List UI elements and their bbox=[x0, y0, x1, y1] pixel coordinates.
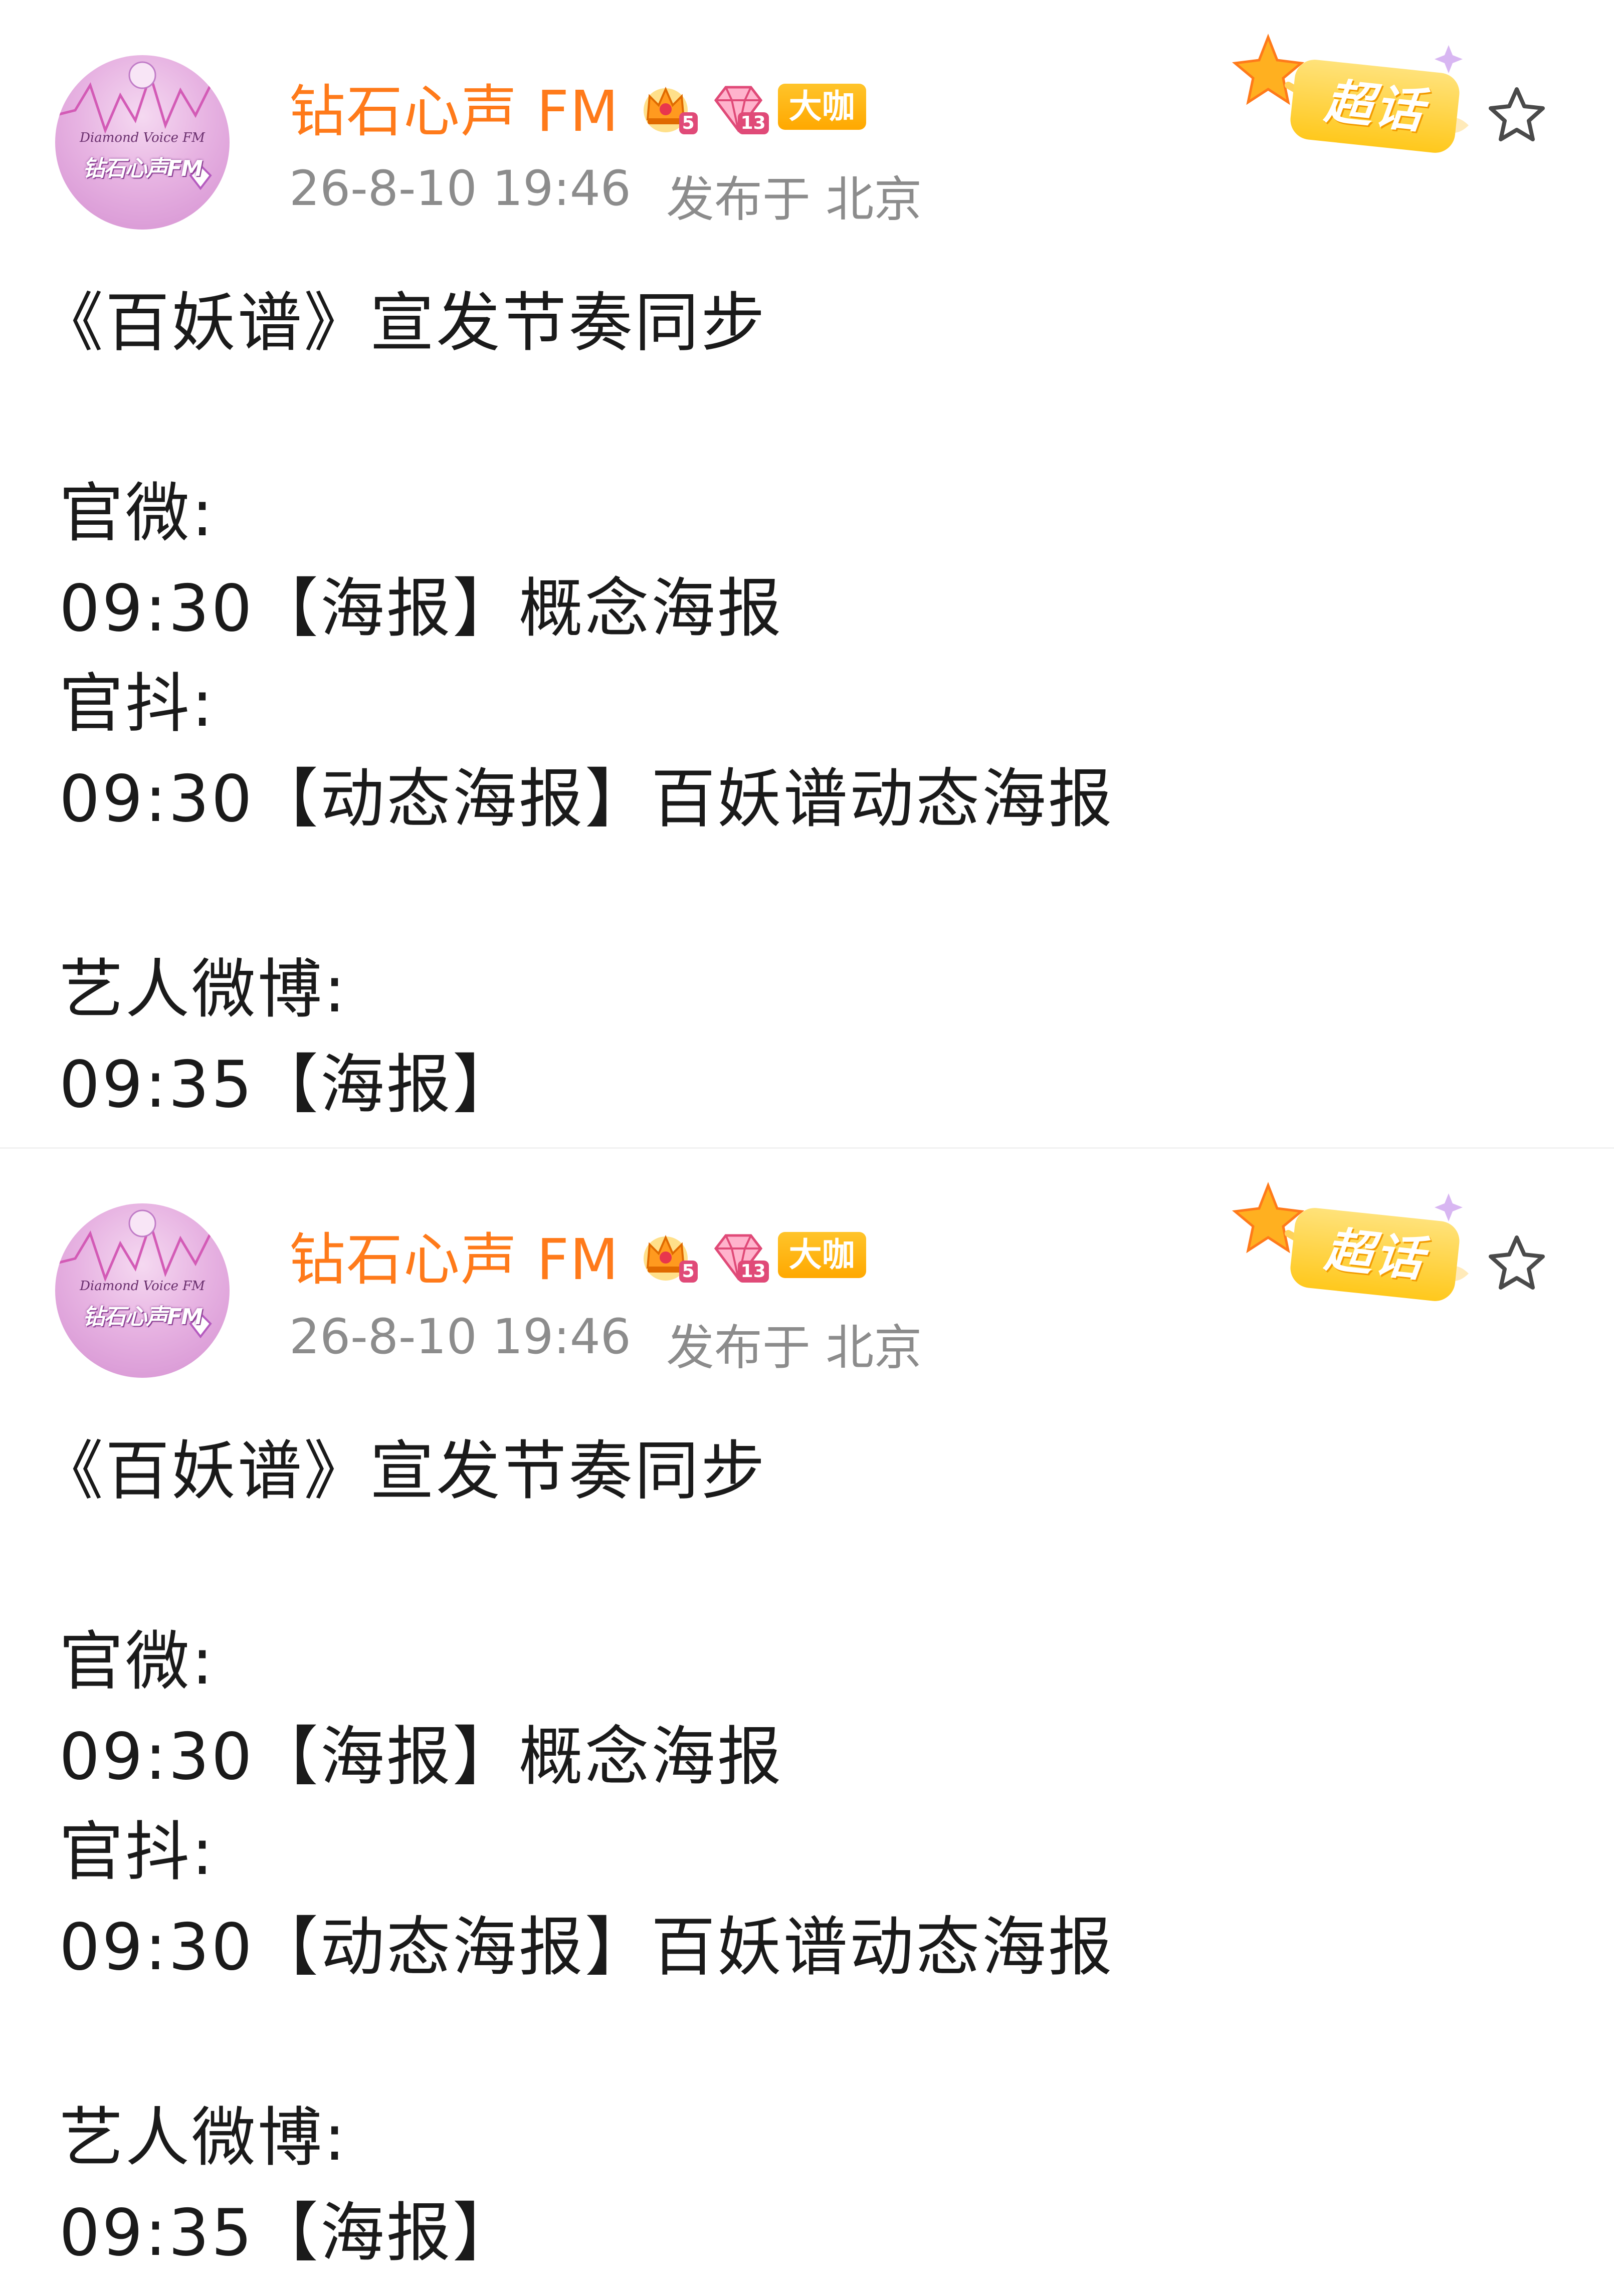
post-line: 官微: bbox=[59, 476, 216, 551]
post-line: 艺人微博: bbox=[59, 2101, 348, 2175]
favorite-button[interactable] bbox=[1483, 1229, 1551, 1298]
post-line bbox=[59, 371, 1563, 466]
avatar-logo-text: 钻石心声FM bbox=[83, 156, 203, 181]
post-line: 09:30【海报】概念海报 bbox=[59, 571, 783, 646]
gem-level: 13 bbox=[737, 1261, 769, 1283]
chaohua-label: 超话 bbox=[1288, 1206, 1462, 1303]
author-row: 钻石心声 FM 5 13 大咖 bbox=[289, 64, 866, 149]
avatar[interactable]: Diamond Voice FM 钻石心声FM bbox=[55, 1203, 230, 1378]
avatar-subtitle: Diamond Voice FM bbox=[80, 130, 205, 145]
post-card: Diamond Voice FM 钻石心声FM 钻石心声 FM 5 13 大咖 … bbox=[0, 1148, 1614, 2296]
post-line: 艺人微博: bbox=[59, 952, 348, 1027]
chaohua-label: 超话 bbox=[1288, 58, 1462, 155]
post-line: 09:30【动态海报】百妖谱动态海报 bbox=[59, 762, 1114, 837]
diamond-icon[interactable]: 13 bbox=[706, 74, 771, 139]
crown-level: 5 bbox=[679, 1261, 698, 1283]
post-line: 09:30【海报】概念海报 bbox=[59, 1720, 783, 1794]
daka-badge[interactable]: 大咖 bbox=[777, 84, 866, 130]
avatar[interactable]: Diamond Voice FM 钻石心声FM bbox=[55, 55, 230, 230]
post-title: 《百妖谱》宣发节奏同步 bbox=[39, 1434, 767, 1509]
post-date: 26-8-10 19:46 bbox=[289, 160, 631, 217]
author-name[interactable]: 钻石心声 FM bbox=[289, 66, 620, 147]
post-date: 26-8-10 19:46 bbox=[289, 1309, 631, 1365]
avatar-logo-text: 钻石心声FM bbox=[83, 1304, 203, 1330]
post-content: 《百妖谱》宣发节奏同步 官微: 09:30【海报】概念海报 官抖: 09:30【… bbox=[39, 1424, 1563, 2281]
post-line bbox=[59, 847, 1563, 942]
crown-icon[interactable]: 5 bbox=[635, 74, 700, 139]
star-outline-icon bbox=[1489, 1235, 1545, 1290]
chaohua-button[interactable]: 超话 bbox=[1228, 30, 1489, 170]
post-line bbox=[59, 1995, 1563, 2091]
post-content: 《百妖谱》宣发节奏同步 官微: 09:30【海报】概念海报 官抖: 09:30【… bbox=[39, 276, 1563, 1133]
post-card: Diamond Voice FM 钻石心声FM 钻石心声 FM 5 13 大咖 … bbox=[0, 0, 1614, 1148]
star-outline-icon bbox=[1489, 87, 1545, 141]
post-line: 官微: bbox=[59, 1624, 216, 1699]
crown-level: 5 bbox=[679, 112, 698, 134]
post-line: 09:35【海报】 bbox=[59, 1048, 519, 1122]
post-title: 《百妖谱》宣发节奏同步 bbox=[39, 286, 767, 360]
favorite-button[interactable] bbox=[1483, 81, 1551, 149]
chaohua-button[interactable]: 超话 bbox=[1228, 1178, 1489, 1319]
avatar-subtitle: Diamond Voice FM bbox=[80, 1279, 205, 1294]
gem-level: 13 bbox=[737, 112, 769, 134]
author-row: 钻石心声 FM 5 13 大咖 bbox=[289, 1212, 866, 1298]
author-name[interactable]: 钻石心声 FM bbox=[289, 1214, 620, 1296]
post-location: 发布于 北京 bbox=[666, 171, 922, 228]
daka-badge[interactable]: 大咖 bbox=[777, 1232, 866, 1278]
post-meta: 26-8-10 19:46 发布于 北京 bbox=[289, 160, 922, 230]
post-line: 官抖: bbox=[59, 667, 216, 741]
post-line: 09:35【海报】 bbox=[59, 2196, 519, 2270]
post-line: 官抖: bbox=[59, 1815, 216, 1890]
post-location: 发布于 北京 bbox=[666, 1320, 922, 1376]
crown-icon[interactable]: 5 bbox=[635, 1222, 700, 1288]
post-line bbox=[59, 1519, 1563, 1614]
post-line: 09:30【动态海报】百妖谱动态海报 bbox=[59, 1910, 1114, 1985]
post-meta: 26-8-10 19:46 发布于 北京 bbox=[289, 1309, 922, 1378]
diamond-icon[interactable]: 13 bbox=[706, 1222, 771, 1288]
